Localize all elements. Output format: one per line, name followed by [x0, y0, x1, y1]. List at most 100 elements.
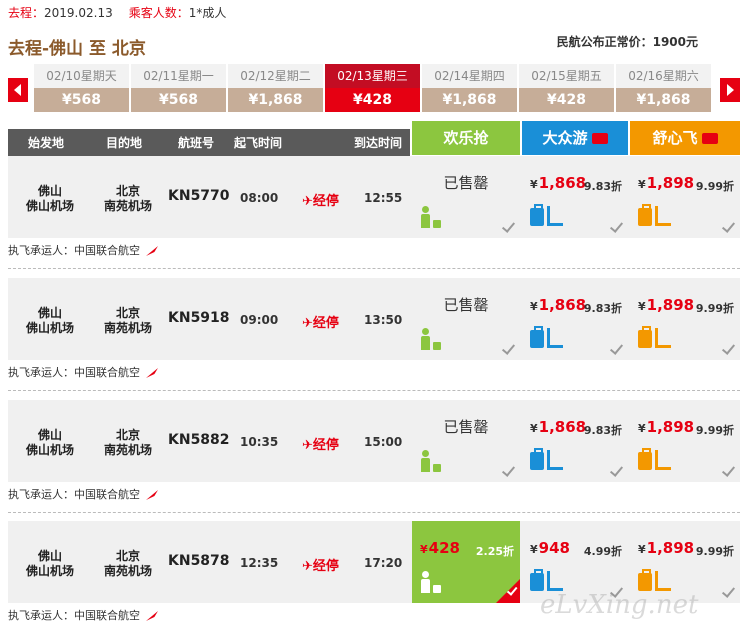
fare-features — [530, 448, 566, 474]
col-fno: 航班号 — [178, 136, 215, 150]
check-icon — [496, 579, 520, 603]
arrival-time: 13:50 — [364, 313, 403, 327]
carrier-name: 中国联合航空 — [74, 244, 140, 257]
date-tab[interactable]: 02/10星期天 ¥568 — [34, 64, 129, 112]
public-price: 民航公布正常价：1900元 — [556, 35, 698, 49]
check-icon — [502, 342, 516, 356]
flight-number: KN5878 — [168, 553, 230, 569]
carrier-info: 执飞承运人：中国联合航空 — [8, 607, 158, 623]
fare-dazhongyou[interactable]: ¥1,868 9.83折 — [522, 278, 628, 360]
person-icon — [420, 328, 430, 350]
fare-dazhongyou[interactable]: ¥1,868 9.83折 — [522, 400, 628, 482]
fare-shuxinfei[interactable]: ¥1,898 9.99折 — [630, 156, 740, 238]
col-tarr: 到达时间 — [354, 136, 403, 150]
fare-price: 1,868 — [538, 418, 587, 436]
date-tab[interactable]: 02/14星期四 ¥1,868 — [422, 64, 517, 112]
fare-features — [420, 450, 444, 474]
departure: 佛山 佛山机场 — [25, 306, 74, 335]
person-icon — [420, 206, 430, 228]
fare-discount: 9.83折 — [583, 302, 622, 315]
date-tab[interactable]: 02/12星期二 ¥1,868 — [228, 64, 323, 112]
arrival: 北京 南苑机场 — [103, 428, 152, 457]
date-price: ¥1,868 — [422, 88, 517, 112]
small-bag-icon — [433, 220, 441, 228]
fare-discount: 9.99折 — [695, 424, 734, 437]
fare-price: 428 — [428, 539, 460, 557]
flight-number: KN5882 — [168, 432, 230, 448]
category-huanlecang[interactable]: 欢乐抢 — [412, 121, 520, 155]
stopover-link[interactable]: ✈经停 — [302, 312, 339, 331]
row-divider — [8, 268, 740, 269]
check-icon — [610, 220, 624, 234]
luggage-icon — [530, 326, 544, 348]
check-icon — [610, 464, 624, 478]
date-tab[interactable]: 02/16星期六 ¥1,868 — [616, 64, 711, 112]
date-tab[interactable]: 02/13星期三 ¥428 — [325, 64, 420, 112]
luggage-icon — [530, 569, 544, 591]
date-tab[interactable]: 02/15星期五 ¥428 — [519, 64, 614, 112]
seat-icon — [655, 328, 671, 348]
flight-row: 佛山 佛山机场 北京 南苑机场 KN5918 09:00 ✈经停 13:50 已售罄… — [8, 278, 740, 360]
promo-tag-icon — [701, 133, 718, 144]
carrier-info: 执飞承运人：中国联合航空 — [8, 486, 158, 502]
soldout-label: 已售罄 — [443, 296, 489, 314]
stopover-link[interactable]: ✈经停 — [302, 190, 339, 209]
flight-row: 佛山 佛山机场 北京 南苑机场 KN5770 08:00 ✈经停 12:55 已售罄… — [8, 156, 740, 238]
plane-icon: ✈ — [302, 316, 313, 331]
page-title: 去程-佛山 至 北京 — [8, 39, 146, 59]
flight-table-header: 始发地 目的地 航班号 起飞时间 到达时间 欢乐抢 大众游 舒心飞 — [8, 121, 740, 157]
departure: 佛山 佛山机场 — [25, 184, 74, 213]
fare-discount: 9.99折 — [695, 302, 734, 315]
seat-icon — [547, 206, 563, 226]
date-tab[interactable]: 02/11星期一 ¥568 — [131, 64, 226, 112]
arrival: 北京 南苑机场 — [103, 306, 152, 335]
seat-icon — [547, 450, 563, 470]
stopover-link[interactable]: ✈经停 — [302, 555, 339, 574]
prev-week-button[interactable] — [8, 78, 28, 102]
fare-features — [420, 328, 444, 352]
airline-logo-icon — [146, 611, 158, 621]
flight-number: KN5770 — [168, 188, 230, 204]
watermark: eLvXing.net — [540, 590, 699, 620]
fare-huanlecang: 已售罄 — [412, 156, 520, 238]
small-bag-icon — [433, 464, 441, 472]
soldout-label: 已售罄 — [443, 418, 489, 436]
departure-time: 10:35 — [240, 435, 279, 449]
plane-icon: ✈ — [302, 438, 313, 453]
next-week-button[interactable] — [720, 78, 740, 102]
luggage-icon — [530, 448, 544, 470]
fare-shuxinfei[interactable]: ¥1,898 9.99折 — [630, 400, 740, 482]
date-price: ¥428 — [325, 88, 420, 112]
fare-discount: 9.83折 — [583, 180, 622, 193]
search-info: 去程：2019.02.13 乘客人数：1*成人 — [8, 4, 226, 21]
stopover-link[interactable]: ✈经停 — [302, 434, 339, 453]
date-label: 02/13星期三 — [325, 64, 420, 88]
check-icon — [722, 585, 736, 599]
arrival-time: 15:00 — [364, 435, 403, 449]
date-price: ¥568 — [34, 88, 129, 112]
category-shuxinfei[interactable]: 舒心飞 — [630, 121, 740, 155]
fare-price: 1,868 — [538, 174, 587, 192]
fare-dazhongyou[interactable]: ¥1,868 9.83折 — [522, 156, 628, 238]
small-bag-icon — [433, 342, 441, 350]
date-price: ¥1,868 — [228, 88, 323, 112]
carrier-name: 中国联合航空 — [74, 609, 140, 622]
seat-icon — [547, 571, 563, 591]
fare-shuxinfei[interactable]: ¥1,898 9.99折 — [630, 278, 740, 360]
date-label: 02/10星期天 — [34, 64, 129, 88]
col-dep: 始发地 — [28, 136, 65, 150]
fare-features — [638, 204, 674, 230]
departure-time: 12:35 — [240, 556, 279, 570]
date-selector: 02/10星期天 ¥568 02/11星期一 ¥568 02/12星期二 ¥1,86… — [8, 64, 740, 116]
fare-huanlecang: 已售罄 — [412, 278, 520, 360]
soldout-label: 已售罄 — [443, 174, 489, 192]
seat-icon — [547, 328, 563, 348]
check-icon — [722, 220, 736, 234]
category-dazhongyou[interactable]: 大众游 — [522, 121, 628, 155]
departure: 佛山 佛山机场 — [25, 428, 74, 457]
plane-icon: ✈ — [302, 559, 313, 574]
date-price: ¥1,868 — [616, 88, 711, 112]
fare-price: 948 — [538, 539, 570, 557]
fare-huanlecang[interactable]: ¥428 2.25折 — [412, 521, 520, 603]
arrival: 北京 南苑机场 — [103, 549, 152, 578]
